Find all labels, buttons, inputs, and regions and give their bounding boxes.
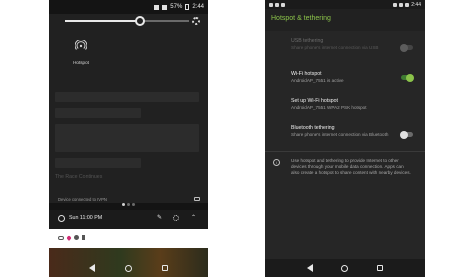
- setup-wifi-hotspot-item[interactable]: Set up Wi-Fi hotspot AndroidAP_7551 WPA2…: [265, 98, 425, 111]
- brightness-fill: [65, 20, 140, 22]
- setting-title: Set up Wi-Fi hotspot: [291, 98, 338, 104]
- page-title: Hotspot & tethering: [271, 15, 331, 22]
- chat-bubble-icon: [281, 2, 285, 7]
- usb-tethering-item[interactable]: USB tethering Share phone's internet con…: [265, 38, 425, 52]
- wifi-hotspot-item[interactable]: Wi-Fi hotspot AndroidAP_7551 is active: [265, 71, 425, 84]
- back-icon[interactable]: [89, 264, 95, 272]
- hotspot-label: Hotspot: [73, 60, 89, 65]
- recents-icon[interactable]: [376, 265, 383, 271]
- right-phone-screen: 2:44 Hotspot & tethering USB tethering S…: [265, 0, 425, 277]
- background-title: The Race Continues: [55, 174, 103, 180]
- ghost-row: [55, 158, 142, 168]
- heart-icon: [66, 234, 72, 241]
- signal-icon: [399, 2, 404, 7]
- next-alarm-text[interactable]: Sun 11:00 PM: [69, 215, 102, 221]
- key-icon: [194, 197, 200, 201]
- alarm-clock-icon: [58, 215, 65, 222]
- app-bar: Hotspot & tethering: [265, 9, 425, 31]
- wifi-icon: [162, 4, 168, 10]
- status-notification-icons: [269, 2, 285, 7]
- left-phone-screen: 57% 2:44 Hotspot The Race Continues Devi…: [49, 0, 208, 277]
- battery-percent: 57%: [170, 4, 183, 10]
- setting-summary: AndroidAP_7551 is active: [291, 78, 344, 83]
- ghost-row: [55, 92, 199, 102]
- hotspot-tile[interactable]: Hotspot: [63, 39, 99, 80]
- vpn-status-row[interactable]: Device connected to IVPN: [49, 195, 208, 205]
- info-text: Use hotspot and tethering to provide Int…: [291, 158, 411, 175]
- gear-icon[interactable]: [192, 17, 200, 25]
- brightness-icon[interactable]: [135, 16, 145, 26]
- bluetooth-tethering-switch[interactable]: [400, 130, 413, 139]
- setting-title: Bluetooth tethering: [291, 125, 335, 131]
- navigation-bar: [265, 259, 425, 277]
- hotspot-icon: [393, 2, 398, 7]
- hotspot-icon: [74, 39, 88, 50]
- setting-title: Wi-Fi hotspot: [291, 71, 322, 77]
- pencil-icon[interactable]: ✎: [157, 215, 163, 221]
- recents-icon[interactable]: [162, 265, 168, 271]
- screenshot-canvas: 57% 2:44 Hotspot The Race Continues Devi…: [0, 0, 474, 277]
- setting-title: USB tethering: [291, 38, 324, 44]
- wifi-hotspot-switch[interactable]: [401, 73, 414, 82]
- info-icon: i: [273, 159, 280, 166]
- status-bar: 57% 2:44: [49, 0, 208, 14]
- battery-icon: [405, 2, 410, 7]
- navigation-bar: [49, 259, 208, 277]
- ghost-row: [55, 124, 199, 152]
- back-icon[interactable]: [307, 264, 314, 272]
- heart-icon: [275, 2, 279, 7]
- quick-settings-panel: Hotspot The Race Continues: [49, 14, 208, 206]
- usb-tethering-switch[interactable]: [400, 43, 413, 52]
- switch-knob: [400, 130, 408, 139]
- chat-bubble-icon: [74, 235, 79, 240]
- background-content: The Race Continues: [55, 92, 199, 194]
- alarm-bar: Sun 11:00 PM ✎ ⌃: [49, 210, 208, 229]
- home-icon[interactable]: [341, 264, 349, 272]
- setting-summary: Share phone's internet connection via Bl…: [291, 132, 389, 137]
- status-time: 2:44: [411, 1, 421, 8]
- setting-summary: Share phone's internet connection via US…: [291, 45, 379, 50]
- vpn-status-text: Device connected to IVPN: [58, 197, 107, 202]
- setting-summary: AndroidAP_7551 WPA2 PSK hotspot: [291, 105, 367, 110]
- status-bar: 2:44: [265, 0, 425, 9]
- status-time: 2:44: [192, 4, 204, 10]
- bluetooth-tethering-item[interactable]: Bluetooth tethering Share phone's intern…: [265, 125, 425, 139]
- divider: [265, 151, 425, 152]
- settings-gear-icon[interactable]: [173, 215, 179, 221]
- home-icon[interactable]: [125, 264, 132, 272]
- ghost-row: [55, 108, 142, 118]
- status-system-icons: 2:44: [393, 2, 421, 8]
- switch-knob: [406, 73, 414, 82]
- phone-icon: [82, 235, 85, 240]
- battery-icon: [185, 4, 190, 10]
- signal-icon: [154, 4, 160, 10]
- notification-icons: [58, 234, 85, 241]
- notification-icons-bar: [49, 229, 208, 248]
- switch-knob: [400, 43, 408, 52]
- link-icon: [269, 2, 273, 7]
- link-icon: [58, 235, 64, 240]
- brightness-slider[interactable]: [65, 16, 189, 26]
- chevron-up-icon[interactable]: ⌃: [191, 214, 196, 221]
